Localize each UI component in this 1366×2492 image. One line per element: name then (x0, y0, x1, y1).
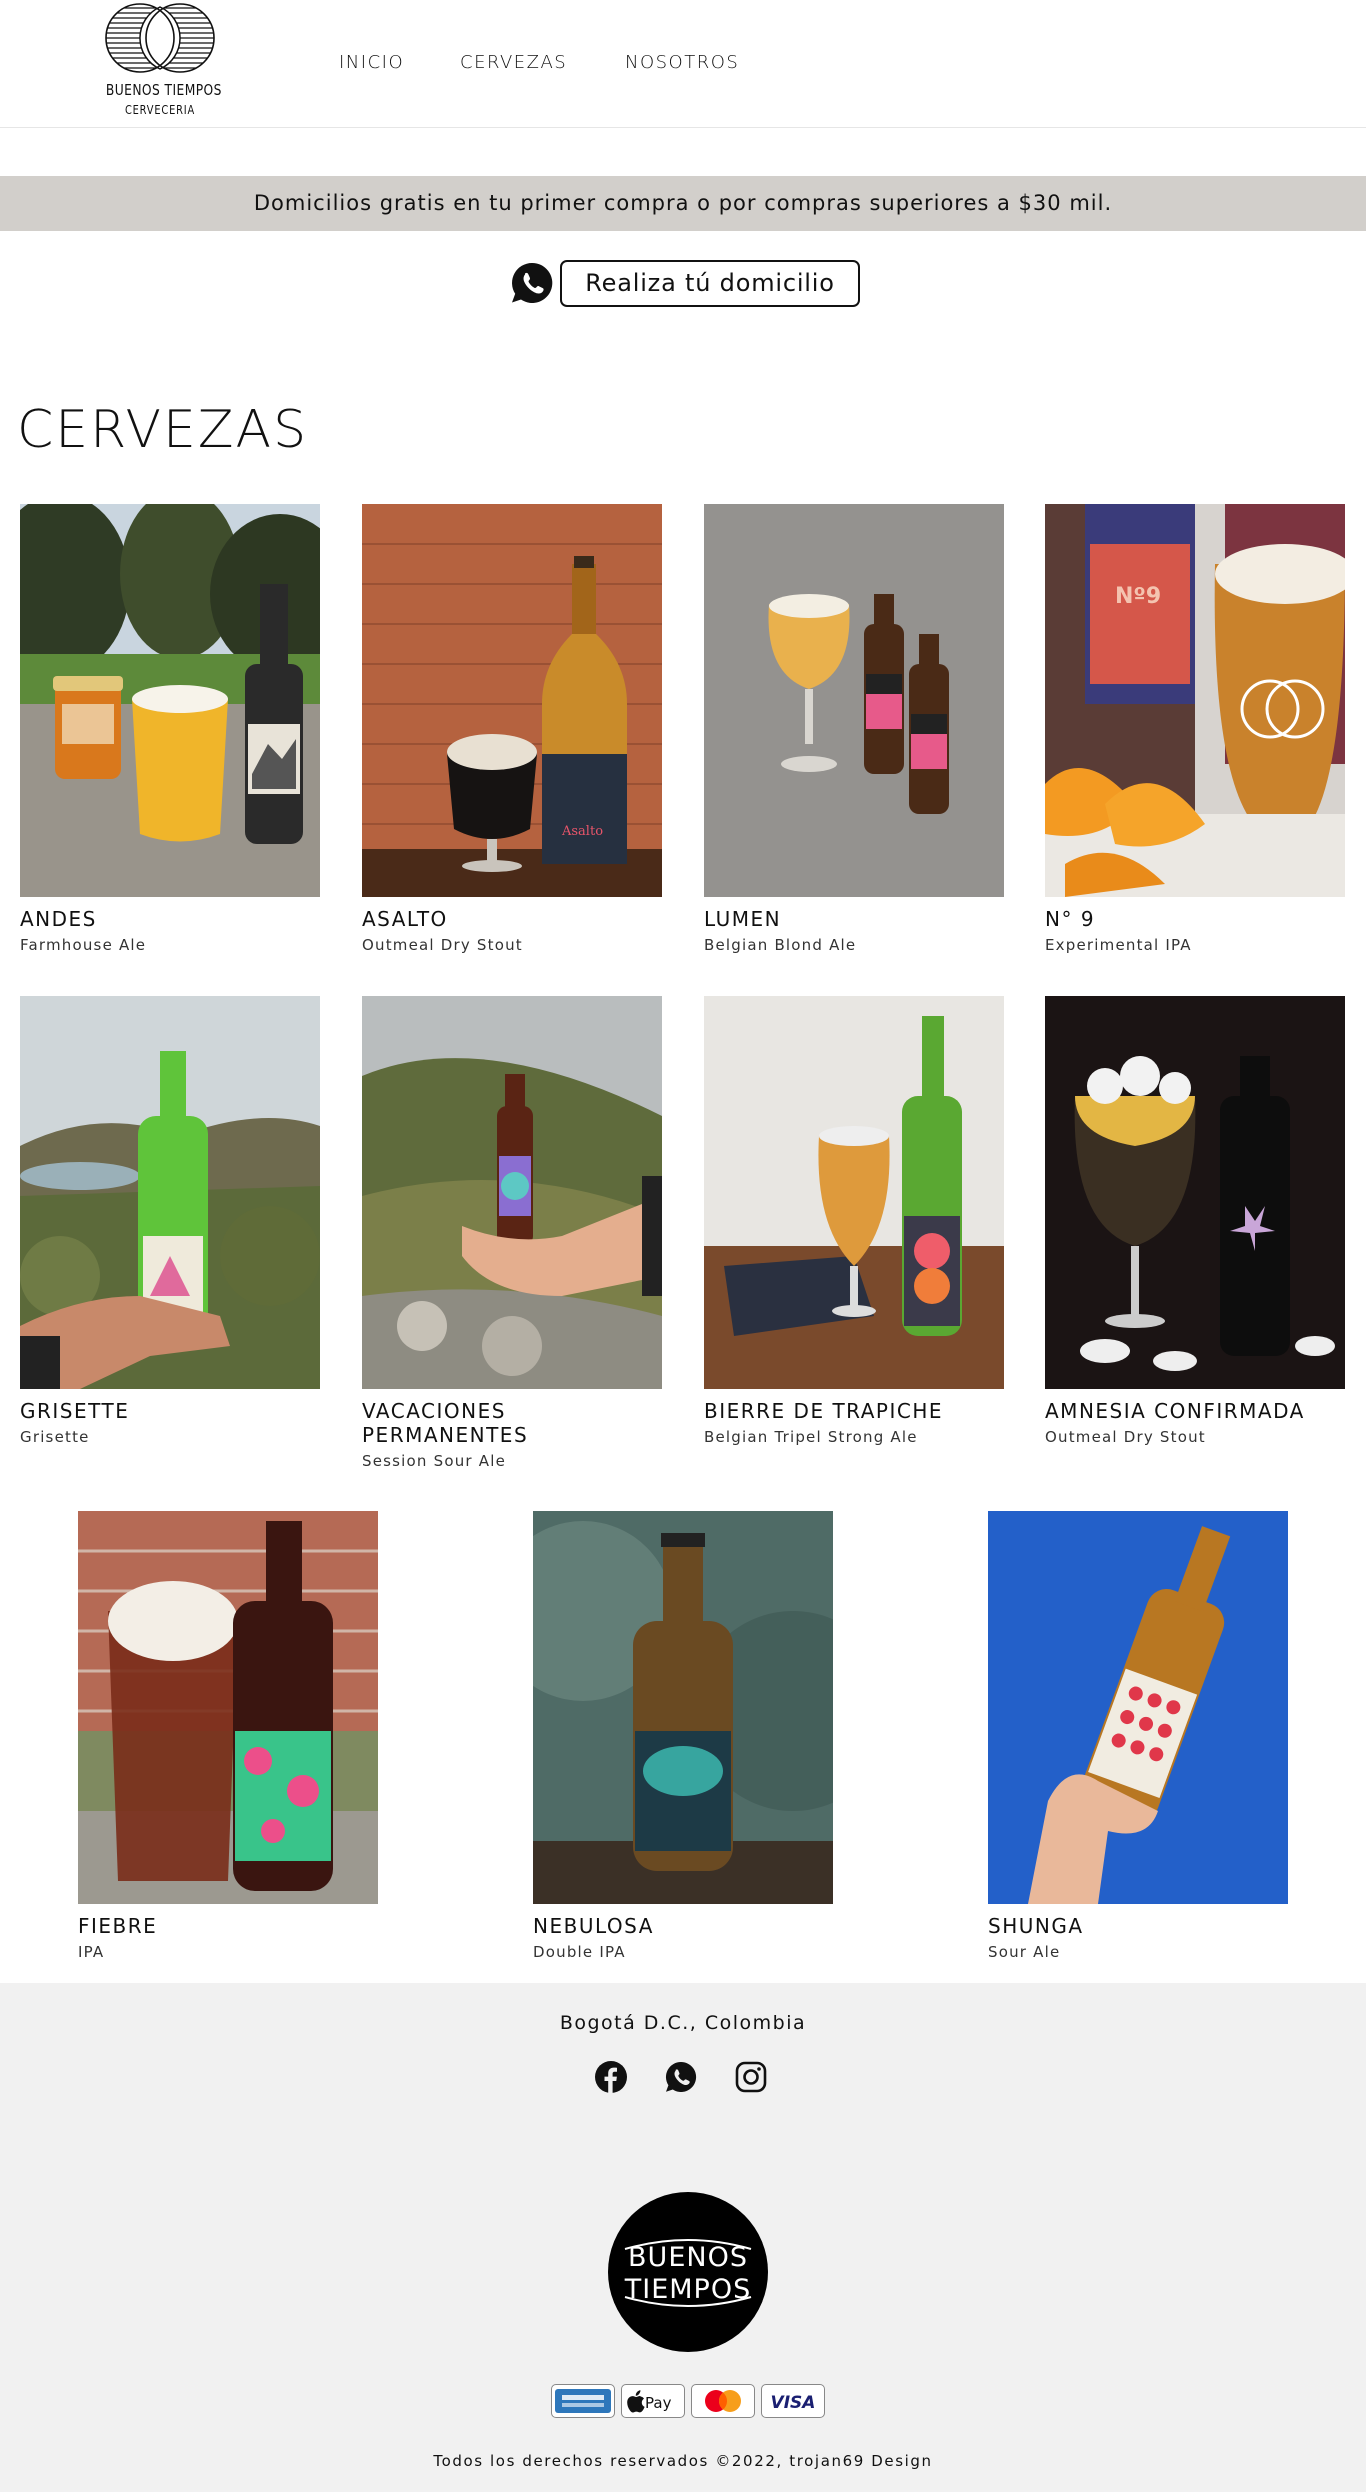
nav-inicio[interactable]: INICIO (339, 52, 404, 73)
label-text: Nº9 (1115, 584, 1162, 609)
beer-style: Outmeal Dry Stout (1045, 1428, 1206, 1446)
beer-photo-vacaciones (362, 996, 662, 1389)
beer-name: ASALTO (362, 907, 448, 931)
beer-card[interactable]: BIERRE DE TRAPICHE Belgian Tripel Strong… (704, 996, 1004, 1446)
beer-name: FIEBRE (78, 1914, 158, 1938)
beer-name: SHUNGA (988, 1914, 1084, 1938)
whatsapp-icon[interactable] (510, 261, 554, 305)
beer-style: Outmeal Dry Stout (362, 936, 523, 954)
beer-photo-fiebre (78, 1511, 378, 1904)
beer-name: VACACIONES PERMANENTES (362, 1399, 529, 1447)
beer-card[interactable]: VACACIONES PERMANENTES Session Sour Ale (362, 996, 662, 1470)
beer-style: IPA (78, 1943, 105, 1961)
beer-style: Session Sour Ale (362, 1452, 506, 1470)
apple-pay-icon: Pay (621, 2384, 685, 2418)
beer-name: NEBULOSA (533, 1914, 654, 1938)
brand-logo[interactable]: BUENOS TIEMPOS CERVECERIA (94, 0, 226, 124)
beer-name: BIERRE DE TRAPICHE (704, 1399, 944, 1423)
beer-card[interactable]: FIEBRE IPA (78, 1511, 378, 1961)
beer-card[interactable]: GRISETTE Grisette (20, 996, 320, 1446)
beer-card[interactable]: NEBULOSA Double IPA (533, 1511, 833, 1961)
nav-cervezas[interactable]: CERVEZAS (460, 52, 567, 73)
beer-style: Double IPA (533, 1943, 626, 1961)
beer-card[interactable]: LUMEN Belgian Blond Ale (704, 504, 1004, 954)
copyright-text: Todos los derechos reservados ©2022, tro… (433, 2452, 933, 2470)
beer-card[interactable]: AMNESIA CONFIRMADA Outmeal Dry Stout (1045, 996, 1345, 1446)
social-links (0, 2060, 1366, 2096)
beer-name: N° 9 (1045, 907, 1096, 931)
badge-line-1: BUENOS (628, 2242, 748, 2273)
beer-name: AMNESIA CONFIRMADA (1045, 1399, 1305, 1423)
facebook-icon[interactable] (594, 2060, 628, 2094)
beer-style: Experimental IPA (1045, 936, 1192, 954)
beer-style: Farmhouse Ale (20, 936, 147, 954)
brand-badge-icon: BUENOS TIEMPOS (608, 2192, 768, 2352)
badge-line-2: TIEMPOS (624, 2274, 751, 2305)
beer-name: GRISETTE (20, 1399, 130, 1423)
logo-subtitle: CERVECERIA (124, 103, 196, 117)
mastercard-icon (691, 2384, 755, 2418)
site-header: BUENOS TIEMPOS CERVECERIA INICIO CERVEZA… (0, 0, 1366, 128)
beer-card[interactable]: Asalto ASALTO Outmeal Dry Stout (362, 504, 662, 954)
beer-style: Grisette (20, 1428, 90, 1446)
footer-brand-badge: BUENOS TIEMPOS (607, 2191, 769, 2353)
apple-pay-text: Pay (645, 2394, 672, 2412)
beer-style: Belgian Blond Ale (704, 936, 857, 954)
beer-name: LUMEN (704, 907, 782, 931)
nav-nosotros[interactable]: NOSOTROS (625, 52, 739, 73)
amex-icon (551, 2384, 615, 2418)
page-title: CERVEZAS (17, 400, 309, 460)
beer-card[interactable]: Nº9 N° 9 Experimental IPA (1045, 504, 1345, 954)
visa-icon: VISA (761, 2384, 825, 2418)
label-text: Asalto (562, 824, 604, 839)
visa-text: VISA (771, 2393, 816, 2413)
beer-style: Belgian Tripel Strong Ale (704, 1428, 918, 1446)
beer-photo-asalto: Asalto (362, 504, 662, 897)
promo-banner: Domicilios gratis en tu primer compra o … (0, 176, 1366, 231)
order-button[interactable]: Realiza tú domicilio (560, 260, 860, 307)
beer-photo-grisette (20, 996, 320, 1389)
logo-name: BUENOS TIEMPOS (105, 81, 222, 99)
footer-location: Bogotá D.C., Colombia (559, 2012, 807, 2034)
logo-mark-icon (105, 3, 215, 73)
beer-photo-amnesia (1045, 996, 1345, 1389)
beer-photo-n9: Nº9 (1045, 504, 1345, 897)
beer-photo-shunga (988, 1511, 1288, 1904)
whatsapp-icon[interactable] (664, 2060, 698, 2094)
beer-photo-lumen (704, 504, 1004, 897)
beer-photo-andes (20, 504, 320, 897)
payment-methods: Pay VISA (0, 2384, 1366, 2418)
beer-card[interactable]: SHUNGA Sour Ale (988, 1511, 1288, 1961)
beer-style: Sour Ale (988, 1943, 1061, 1961)
site-footer: Bogotá D.C., Colombia BUENOS TIEMPOS Pay… (0, 1983, 1366, 2492)
beer-name: ANDES (20, 907, 97, 931)
instagram-icon[interactable] (734, 2060, 768, 2094)
beer-card[interactable]: ANDES Farmhouse Ale (20, 504, 320, 954)
beer-photo-trapiche (704, 996, 1004, 1389)
beer-photo-nebulosa (533, 1511, 833, 1904)
